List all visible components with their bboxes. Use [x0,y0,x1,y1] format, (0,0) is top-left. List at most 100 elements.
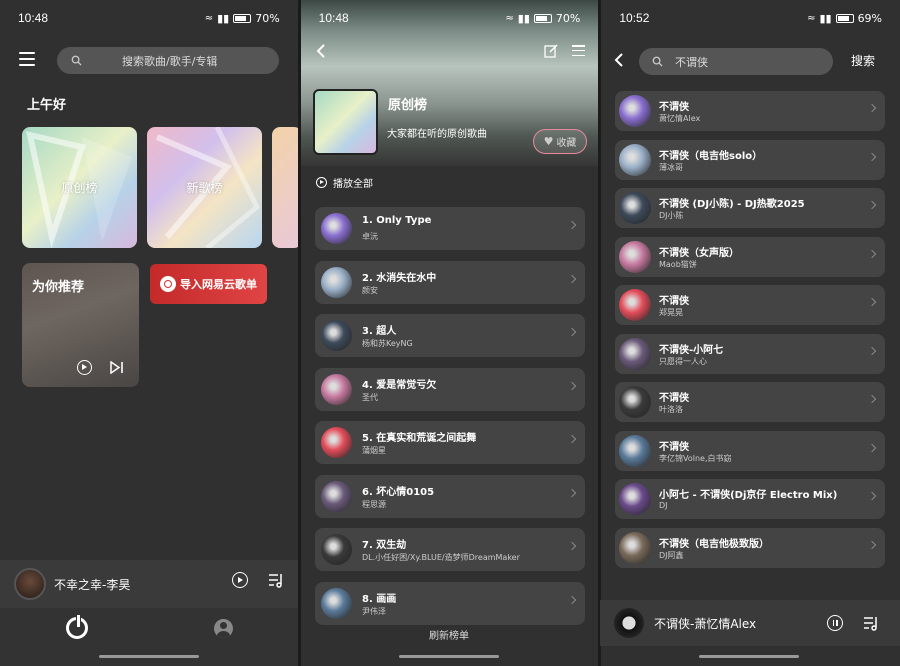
song-artist: DJ [659,501,668,510]
menu-icon[interactable] [19,52,35,66]
song-cover [619,434,651,467]
song-cover [321,373,352,405]
greeting: 上午好 [27,98,67,113]
song-title: 8. 画画 [362,593,397,605]
list-item[interactable]: 7. 双生劫 DL.小任好困/Xy.BLUE/造梦师DreamMaker [315,528,585,571]
chevron-right-icon [867,394,877,404]
chart-card-new[interactable]: 新歌榜 [147,127,262,248]
list-item[interactable]: 不谓侠（女声版） Maob猫饼 [615,236,885,277]
list-item[interactable]: 4. 爱是常觉亏欠 圣代 [315,367,585,411]
play-icon[interactable] [77,360,92,375]
mini-player[interactable]: 不谓侠-萧忆情Alex [600,600,900,646]
battery-icon [233,13,252,23]
wifi-icon: ≈ [807,12,816,24]
wifi-icon: ≈ [204,12,214,24]
playlist-icon[interactable] [863,616,879,631]
list-item[interactable]: 3. 超人 杨和苏KeyNG [315,314,585,357]
search-button[interactable]: 搜索 [851,52,875,69]
list-item[interactable]: 不谓侠 叶洛洛 [615,382,885,422]
status-bar: 10:48 ≈ ▮▮ 70% [301,0,599,36]
chevron-right-icon [867,200,877,210]
list-item[interactable]: 不谓侠 (DJ小陈) - DJ热歌2025 DJ小陈 [615,188,885,228]
list-item[interactable]: 1. Only Type 卓沅 [315,207,585,250]
list-item[interactable]: 不谓侠 李亿锦Volne,白书窈 [615,430,885,471]
home-screen: 10:48 ≈ ▮▮ 70% 搜索歌曲/歌手/专辑 上午好 原创榜 新歌榜 为你… [0,0,298,666]
user-icon[interactable] [214,619,233,638]
song-title: 不谓侠-小阿七 [659,344,724,356]
back-icon[interactable] [614,53,624,67]
list-item[interactable]: 小阿七 - 不谓侠(Dj京仔 Electro Mix) DJ [615,479,885,519]
song-title: 不谓侠 (DJ小陈) - DJ热歌2025 [659,199,805,210]
song-artist: 叶洛洛 [659,405,683,414]
song-cover [619,531,651,564]
heart-icon: ♥ [543,135,554,148]
song-title: 5. 在真实和荒诞之间起舞 [362,433,477,444]
import-label: 导入网易云歌单 [180,278,257,291]
song-cover [321,534,352,565]
song-title: 7. 双生劫 [362,540,407,551]
playlist-icon[interactable] [268,573,284,588]
song-title: 1. Only Type [362,215,432,226]
list-item[interactable]: 不谓侠-小阿七 只愿得一人心 [615,333,885,374]
recommend-card[interactable]: 为你推荐 [22,263,139,387]
song-artist: 李亿锦Volne,白书窈 [659,453,732,463]
search-input[interactable]: 不谓侠 [639,48,833,75]
search-icon [71,55,82,66]
list-item[interactable]: 8. 画画 尹伟泽 [315,581,585,625]
list-item[interactable]: 2. 水消失在水中 颜安 [315,260,585,304]
album-avatar [614,608,644,638]
mini-player[interactable]: 不幸之幸-李昊 [0,560,298,608]
chevron-right-icon [867,443,877,452]
chevron-right-icon [567,434,577,444]
chevron-right-icon [567,381,577,390]
song-cover [619,386,651,418]
song-cover [619,143,651,176]
home-indicator[interactable] [699,655,799,658]
song-cover [321,266,352,298]
list-item[interactable]: 不谓侠（电吉他solo） 薄冰哥 [615,139,885,180]
wifi-icon: ≈ [505,12,514,24]
signal-icon: ▮▮ [217,11,230,25]
chevron-right-icon [867,346,877,355]
song-title: 2. 水消失在水中 [362,272,437,284]
more-menu-icon[interactable] [572,45,585,56]
back-icon[interactable] [316,44,326,58]
play-circle-icon [316,177,327,188]
album-avatar [14,568,46,600]
home-indicator[interactable] [99,655,199,658]
status-icons: ≈ ▮▮ 70% [505,12,580,25]
chevron-right-icon [567,595,577,604]
home-indicator[interactable] [399,655,499,658]
list-item[interactable]: 5. 在真实和荒诞之间起舞 蒲烟星 [315,421,585,464]
favorite-label: 收藏 [556,138,577,149]
chevron-right-icon [867,249,877,258]
edit-icon[interactable] [544,44,558,58]
status-time: 10:52 [619,11,650,25]
song-title: 不谓侠（电吉他极致版） [659,538,769,550]
favorite-button[interactable]: ♥ 收藏 [533,129,587,154]
song-title: 不谓侠 [659,296,689,307]
chart-description: 大家都在听的原创歌曲 [387,129,487,140]
list-item[interactable]: 不谓侠（电吉他极致版） DJ阿鑫 [615,527,885,568]
search-input[interactable]: 搜索歌曲/歌手/专辑 [57,47,279,74]
song-title: 6. 坏心情0105 [362,486,435,498]
song-artist: DJ小陈 [659,211,684,220]
import-playlist-button[interactable]: 导入网易云歌单 [150,264,267,304]
chart-card-partial[interactable] [272,127,298,248]
list-item[interactable]: 不谓侠 萧忆情Alex [615,91,885,131]
play-all-button[interactable]: 播放全部 [316,175,373,190]
play-all-label: 播放全部 [333,179,373,190]
list-item[interactable]: 6. 坏心情0105 程思源 [315,474,585,518]
list-item[interactable]: 不谓侠 郑晃晃 [615,285,885,325]
power-home-icon[interactable] [66,614,88,639]
now-playing-title: 不谓侠-萧忆情Alex [654,616,757,631]
chart-card-original[interactable]: 原创榜 [22,127,137,248]
pause-button[interactable] [827,615,843,631]
song-title: 不谓侠 [659,441,689,453]
play-button[interactable] [232,572,248,588]
refresh-chart-button[interactable]: 刷新榜单 [300,627,598,642]
signal-icon: ▮▮ [819,11,832,25]
next-icon[interactable] [110,361,124,374]
now-playing-title: 不幸之幸-李昊 [54,577,131,592]
search-placeholder: 搜索歌曲/歌手/专辑 [122,54,218,68]
